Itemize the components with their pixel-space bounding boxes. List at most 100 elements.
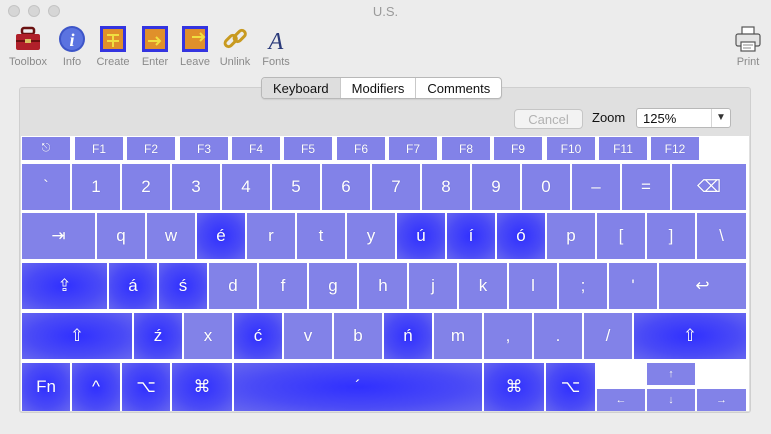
window-title: U.S.	[372, 4, 399, 19]
key-g[interactable]: g	[309, 263, 357, 309]
printer-icon	[735, 26, 761, 52]
key-f8[interactable]: F8	[442, 137, 490, 160]
key-u[interactable]: ú	[397, 213, 445, 259]
key-v[interactable]: v	[284, 313, 332, 359]
key-x[interactable]: x	[184, 313, 232, 359]
leave-icon	[182, 26, 208, 52]
key-q[interactable]: q	[97, 213, 145, 259]
key-w[interactable]: w	[147, 213, 195, 259]
key-f11[interactable]: F11	[599, 137, 647, 160]
key-y[interactable]: y	[347, 213, 395, 259]
key-s[interactable]: ś	[159, 263, 207, 309]
key-period[interactable]: .	[534, 313, 582, 359]
key-r[interactable]: r	[247, 213, 295, 259]
fonts-icon: A	[267, 29, 284, 54]
key-7[interactable]: 7	[372, 164, 420, 210]
key-z[interactable]: ź	[134, 313, 182, 359]
key-i[interactable]: í	[447, 213, 495, 259]
create-button[interactable]: Create	[90, 24, 136, 68]
key-h[interactable]: h	[359, 263, 407, 309]
key-fn[interactable]: Fn	[22, 363, 70, 411]
key-right-option[interactable]: ⌥	[546, 363, 595, 411]
print-button[interactable]: Print	[725, 24, 771, 68]
key-equals[interactable]: =	[622, 164, 670, 210]
key-backslash[interactable]: \	[697, 213, 746, 259]
key-j[interactable]: j	[409, 263, 457, 309]
key-comma[interactable]: ,	[484, 313, 532, 359]
key-right-command[interactable]: ⌘	[484, 363, 544, 411]
toolbar: Toolbox i Info Create Enter Leave Unlink…	[0, 22, 771, 74]
toolbox-icon	[16, 26, 40, 50]
key-f2[interactable]: F2	[127, 137, 175, 160]
key-f1[interactable]: F1	[75, 137, 123, 160]
key-arrow-right[interactable]: →	[697, 389, 746, 411]
key-4[interactable]: 4	[222, 164, 270, 210]
svg-text:A: A	[267, 29, 284, 54]
key-left-option[interactable]: ⌥	[122, 363, 170, 411]
key-f4[interactable]: F4	[232, 137, 280, 160]
key-m[interactable]: m	[434, 313, 482, 359]
key-d[interactable]: d	[209, 263, 257, 309]
key-o[interactable]: ó	[497, 213, 545, 259]
tab-modifiers[interactable]: Modifiers	[339, 78, 416, 98]
key-delete[interactable]: ⌫	[672, 164, 746, 210]
key-t[interactable]: t	[297, 213, 345, 259]
key-f[interactable]: f	[259, 263, 307, 309]
key-right-shift[interactable]: ⇧	[634, 313, 746, 359]
keyboard-layout-window: U.S. Toolbox i Info Create Enter Leave U…	[0, 0, 771, 434]
key-arrow-left[interactable]: ←	[597, 389, 645, 411]
key-1[interactable]: 1	[72, 164, 120, 210]
key-8[interactable]: 8	[422, 164, 470, 210]
key-arrow-up[interactable]: ↑	[647, 363, 695, 385]
key-left-shift[interactable]: ⇧	[22, 313, 132, 359]
key-9[interactable]: 9	[472, 164, 520, 210]
key-control[interactable]: ^	[72, 363, 120, 411]
key-f5[interactable]: F5	[284, 137, 332, 160]
zoom-value: 125%	[643, 111, 677, 126]
key-f6[interactable]: F6	[337, 137, 385, 160]
fonts-button[interactable]: A Fonts	[253, 24, 299, 68]
zoom-select[interactable]: 125% ▼	[636, 108, 731, 128]
key-2[interactable]: 2	[122, 164, 170, 210]
key-3[interactable]: 3	[172, 164, 220, 210]
tab-comments[interactable]: Comments	[415, 78, 501, 98]
view-tabs: Keyboard Modifiers Comments	[261, 77, 503, 99]
key-p[interactable]: p	[547, 213, 595, 259]
key-quote[interactable]: '	[609, 263, 657, 309]
key-b[interactable]: b	[334, 313, 382, 359]
key-f7[interactable]: F7	[389, 137, 437, 160]
key-semicolon[interactable]: ;	[559, 263, 607, 309]
key-caps-lock[interactable]: ⇪	[22, 263, 107, 309]
svg-text:i: i	[69, 30, 74, 50]
key-minus[interactable]: –	[572, 164, 620, 210]
key-k[interactable]: k	[459, 263, 507, 309]
key-e[interactable]: é	[197, 213, 245, 259]
key-return[interactable]: ↩	[659, 263, 746, 309]
key-backtick[interactable]: `	[22, 164, 70, 210]
tab-keyboard[interactable]: Keyboard	[262, 78, 340, 98]
key-slash[interactable]: /	[584, 313, 632, 359]
key-f10[interactable]: F10	[547, 137, 595, 160]
title-bar: U.S.	[0, 0, 771, 22]
key-n[interactable]: ń	[384, 313, 432, 359]
key-6[interactable]: 6	[322, 164, 370, 210]
info-button[interactable]: i Info	[49, 24, 95, 68]
cancel-button[interactable]: Cancel	[514, 109, 583, 129]
key-left-bracket[interactable]: [	[597, 213, 645, 259]
key-tab[interactable]: ⇥	[22, 213, 95, 259]
key-arrow-down[interactable]: ↓	[647, 389, 695, 411]
key-left-command[interactable]: ⌘	[172, 363, 232, 411]
key-right-bracket[interactable]: ]	[647, 213, 695, 259]
key-space[interactable]: ´	[234, 363, 482, 411]
key-f12[interactable]: F12	[651, 137, 699, 160]
key-f9[interactable]: F9	[494, 137, 542, 160]
key-a[interactable]: á	[109, 263, 157, 309]
unlink-button[interactable]: Unlink	[212, 24, 258, 68]
key-l[interactable]: l	[509, 263, 557, 309]
key-5[interactable]: 5	[272, 164, 320, 210]
key-0[interactable]: 0	[522, 164, 570, 210]
toolbox-button[interactable]: Toolbox	[5, 24, 51, 68]
key-f3[interactable]: F3	[180, 137, 228, 160]
key-escape[interactable]: ⎋	[22, 137, 70, 160]
key-c[interactable]: ć	[234, 313, 282, 359]
